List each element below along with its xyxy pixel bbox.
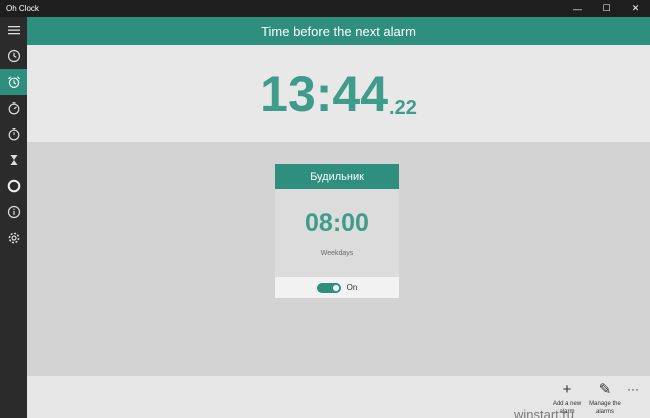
countdown-time: 13:44 xyxy=(260,65,389,122)
alarm-toggle-switch[interactable] xyxy=(316,282,341,293)
alarm-card-footer: On xyxy=(275,277,399,298)
timer-icon xyxy=(8,102,19,115)
info-icon xyxy=(7,205,20,219)
close-button[interactable]: ✕ xyxy=(621,0,650,17)
nav-hourglass[interactable] xyxy=(0,147,27,173)
alarm-repeat: Weekdays xyxy=(320,250,354,257)
alarm-time: 08:00 xyxy=(305,209,369,237)
navigation-sidebar xyxy=(0,17,27,418)
window-title: Oh Clock xyxy=(6,4,39,13)
more-options-button[interactable]: ··· xyxy=(627,382,639,396)
nav-stopwatch[interactable] xyxy=(0,121,27,147)
minimize-button[interactable]: — xyxy=(563,0,592,17)
nav-info[interactable] xyxy=(0,199,27,225)
alarm-clock-icon xyxy=(7,76,20,89)
nav-timer[interactable] xyxy=(0,95,27,121)
manage-alarms-button[interactable]: ✎ Manage the alarms xyxy=(588,382,622,416)
nav-circle[interactable] xyxy=(0,173,27,199)
pencil-icon: ✎ xyxy=(598,381,612,398)
hamburger-menu-icon xyxy=(7,26,20,35)
maximize-button[interactable]: ☐ xyxy=(592,0,621,17)
circle-icon xyxy=(7,179,20,193)
plus-icon: + xyxy=(562,381,572,398)
alarm-name-bar: Будильник xyxy=(275,164,399,189)
bottom-app-bar: + Add a new alarm ✎ Manage the alarms ··… xyxy=(27,376,650,418)
main-content: Time before the next alarm 13:44 .22 Буд… xyxy=(27,17,650,418)
countdown-fraction: .22 xyxy=(389,97,417,119)
menu-button[interactable] xyxy=(0,17,27,43)
stopwatch-icon xyxy=(8,127,19,141)
settings-gear-icon xyxy=(8,232,19,244)
nav-alarm[interactable] xyxy=(0,69,27,95)
manage-alarms-label: Manage the alarms xyxy=(589,401,621,415)
page-title: Time before the next alarm xyxy=(261,23,416,39)
page-header: Time before the next alarm xyxy=(27,17,650,45)
nav-settings[interactable] xyxy=(0,225,27,251)
countdown-display: 13:44 .22 xyxy=(27,45,650,142)
alarm-card-body: 08:00 Weekdays xyxy=(275,189,399,277)
nav-clock[interactable] xyxy=(0,43,27,69)
alarm-name: Будильник xyxy=(310,170,364,183)
hourglass-icon xyxy=(10,155,17,165)
alarm-list: Будильник 08:00 Weekdays On xyxy=(27,142,650,376)
clock-icon xyxy=(7,49,20,63)
alarm-toggle-label: On xyxy=(346,283,358,292)
window-title-bar: Oh Clock — ☐ ✕ xyxy=(0,0,650,17)
alarm-card[interactable]: Будильник 08:00 Weekdays On xyxy=(275,164,399,298)
watermark: winstart.ru xyxy=(514,407,574,418)
